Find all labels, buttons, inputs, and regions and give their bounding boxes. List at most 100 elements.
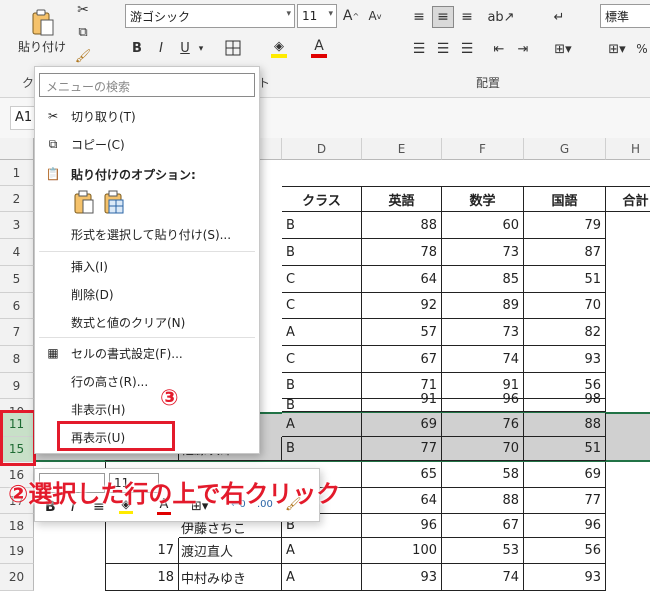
row-header-4[interactable]: 4: [0, 239, 34, 266]
row-header-5[interactable]: 5: [0, 266, 34, 293]
table-cell[interactable]: 96: [362, 514, 442, 538]
table-cell[interactable]: 100: [362, 538, 442, 564]
number-format-select[interactable]: 標準: [600, 4, 650, 28]
row-header-19[interactable]: 19: [0, 538, 34, 564]
cut-icon[interactable]: ✂: [72, 0, 94, 20]
table-cell[interactable]: 85: [442, 266, 524, 293]
table-cell[interactable]: B: [282, 239, 362, 266]
column-header-f[interactable]: F: [442, 138, 524, 160]
increase-font-size-button[interactable]: A ^: [341, 6, 361, 26]
table-cell[interactable]: 78: [362, 239, 442, 266]
table-cell[interactable]: 87: [524, 239, 606, 266]
table-cell[interactable]: 76: [442, 413, 524, 437]
underline-button[interactable]: U: [176, 38, 194, 58]
align-middle-button[interactable]: ≡: [432, 6, 454, 28]
row-header-8[interactable]: 8: [0, 346, 34, 373]
increase-indent-button[interactable]: ⇥: [512, 38, 534, 60]
italic-button[interactable]: I: [152, 38, 170, 58]
align-top-button[interactable]: ≡: [408, 6, 430, 28]
table-cell[interactable]: 69: [524, 462, 606, 488]
font-color-button[interactable]: A: [308, 36, 330, 60]
table-cell[interactable]: 17: [105, 538, 179, 564]
table-cell[interactable]: 18: [105, 564, 179, 591]
table-cell[interactable]: 77: [362, 437, 442, 461]
table-cell[interactable]: 93: [362, 564, 442, 591]
table-cell[interactable]: 53: [442, 538, 524, 564]
table-cell[interactable]: C: [282, 266, 362, 293]
menu-item-format-cells[interactable]: ▦ セルの書式設定(F)...: [35, 340, 259, 366]
border-button[interactable]: [222, 38, 244, 58]
table-cell[interactable]: B: [282, 399, 362, 412]
currency-format-button[interactable]: ⊞▾: [602, 38, 632, 60]
table-cell[interactable]: 73: [442, 239, 524, 266]
select-all-corner[interactable]: [0, 138, 34, 160]
table-cell[interactable]: 56: [524, 538, 606, 564]
menu-item-delete[interactable]: 削除(D): [35, 281, 259, 307]
table-cell[interactable]: A: [282, 413, 362, 437]
row-header-7[interactable]: 7: [0, 319, 34, 346]
row-header-6[interactable]: 6: [0, 293, 34, 319]
table-cell[interactable]: 65: [362, 462, 442, 488]
table-cell[interactable]: 57: [362, 319, 442, 346]
table-cell[interactable]: 79: [524, 212, 606, 239]
row-header-20[interactable]: 20: [0, 564, 34, 591]
decrease-indent-button[interactable]: ⇤: [488, 38, 510, 60]
align-bottom-button[interactable]: ≡: [456, 6, 478, 28]
table-cell[interactable]: B: [282, 373, 362, 399]
header-cell-class[interactable]: クラス: [282, 186, 362, 212]
menu-item-clear-contents[interactable]: 数式と値のクリア(N): [35, 309, 259, 335]
table-cell[interactable]: 88: [362, 212, 442, 239]
column-header-g[interactable]: G: [524, 138, 606, 160]
table-cell[interactable]: 74: [442, 564, 524, 591]
table-cell[interactable]: 67: [442, 514, 524, 538]
table-cell[interactable]: 89: [442, 293, 524, 319]
table-cell[interactable]: 64: [362, 488, 442, 514]
table-cell[interactable]: 中村みゆき: [179, 564, 282, 591]
wrap-text-button[interactable]: ↵: [548, 6, 570, 28]
column-header-e[interactable]: E: [362, 138, 442, 160]
table-cell[interactable]: 92: [362, 293, 442, 319]
table-cell[interactable]: 93: [524, 564, 606, 591]
row-header-18[interactable]: 18: [0, 514, 34, 538]
table-cell[interactable]: 88: [442, 488, 524, 514]
copy-icon[interactable]: ⧉: [72, 22, 94, 42]
orientation-button[interactable]: ab↗: [487, 6, 514, 28]
align-right-button[interactable]: ☰: [456, 38, 478, 60]
paste-option-paste-icon[interactable]: [73, 189, 97, 217]
paste-option-values-icon[interactable]: [103, 189, 127, 217]
menu-item-hide[interactable]: 非表示(H): [35, 396, 259, 422]
table-cell[interactable]: 渡辺直人: [179, 538, 282, 564]
table-cell[interactable]: 98: [524, 387, 606, 412]
format-painter-icon[interactable]: 🖌: [72, 46, 94, 66]
table-cell[interactable]: A: [282, 538, 362, 564]
table-cell[interactable]: B: [282, 212, 362, 239]
table-cell[interactable]: 96: [442, 387, 524, 412]
menu-item-cut[interactable]: ✂ 切り取り(T): [35, 103, 259, 129]
menu-item-row-height[interactable]: 行の高さ(R)...: [35, 368, 259, 394]
bold-button[interactable]: B: [128, 38, 146, 58]
row-header-2[interactable]: 2: [0, 186, 34, 212]
menu-item-insert[interactable]: 挿入(I): [35, 253, 259, 279]
table-cell[interactable]: 77: [524, 488, 606, 514]
table-cell[interactable]: 70: [524, 293, 606, 319]
table-cell[interactable]: B: [282, 437, 362, 461]
table-cell[interactable]: 69: [362, 413, 442, 437]
table-cell[interactable]: 82: [524, 319, 606, 346]
menu-search-input[interactable]: メニューの検索: [39, 73, 255, 97]
paste-button[interactable]: 貼り付け: [14, 2, 70, 60]
header-cell-total[interactable]: 合計: [606, 186, 650, 212]
table-cell[interactable]: A: [282, 319, 362, 346]
column-header-d[interactable]: D: [282, 138, 362, 160]
table-cell[interactable]: 88: [524, 413, 606, 437]
fill-color-button[interactable]: ◈: [268, 36, 290, 60]
table-cell[interactable]: 74: [442, 346, 524, 373]
table-cell[interactable]: 73: [442, 319, 524, 346]
font-size-select[interactable]: 11 ▾: [297, 4, 337, 28]
header-cell-japanese[interactable]: 国語: [524, 186, 606, 212]
table-cell[interactable]: 67: [362, 346, 442, 373]
percent-button[interactable]: %: [634, 38, 650, 60]
table-cell[interactable]: 51: [524, 437, 606, 461]
table-cell[interactable]: C: [282, 293, 362, 319]
header-cell-math[interactable]: 数学: [442, 186, 524, 212]
underline-dropdown-icon[interactable]: ▾: [196, 42, 206, 56]
